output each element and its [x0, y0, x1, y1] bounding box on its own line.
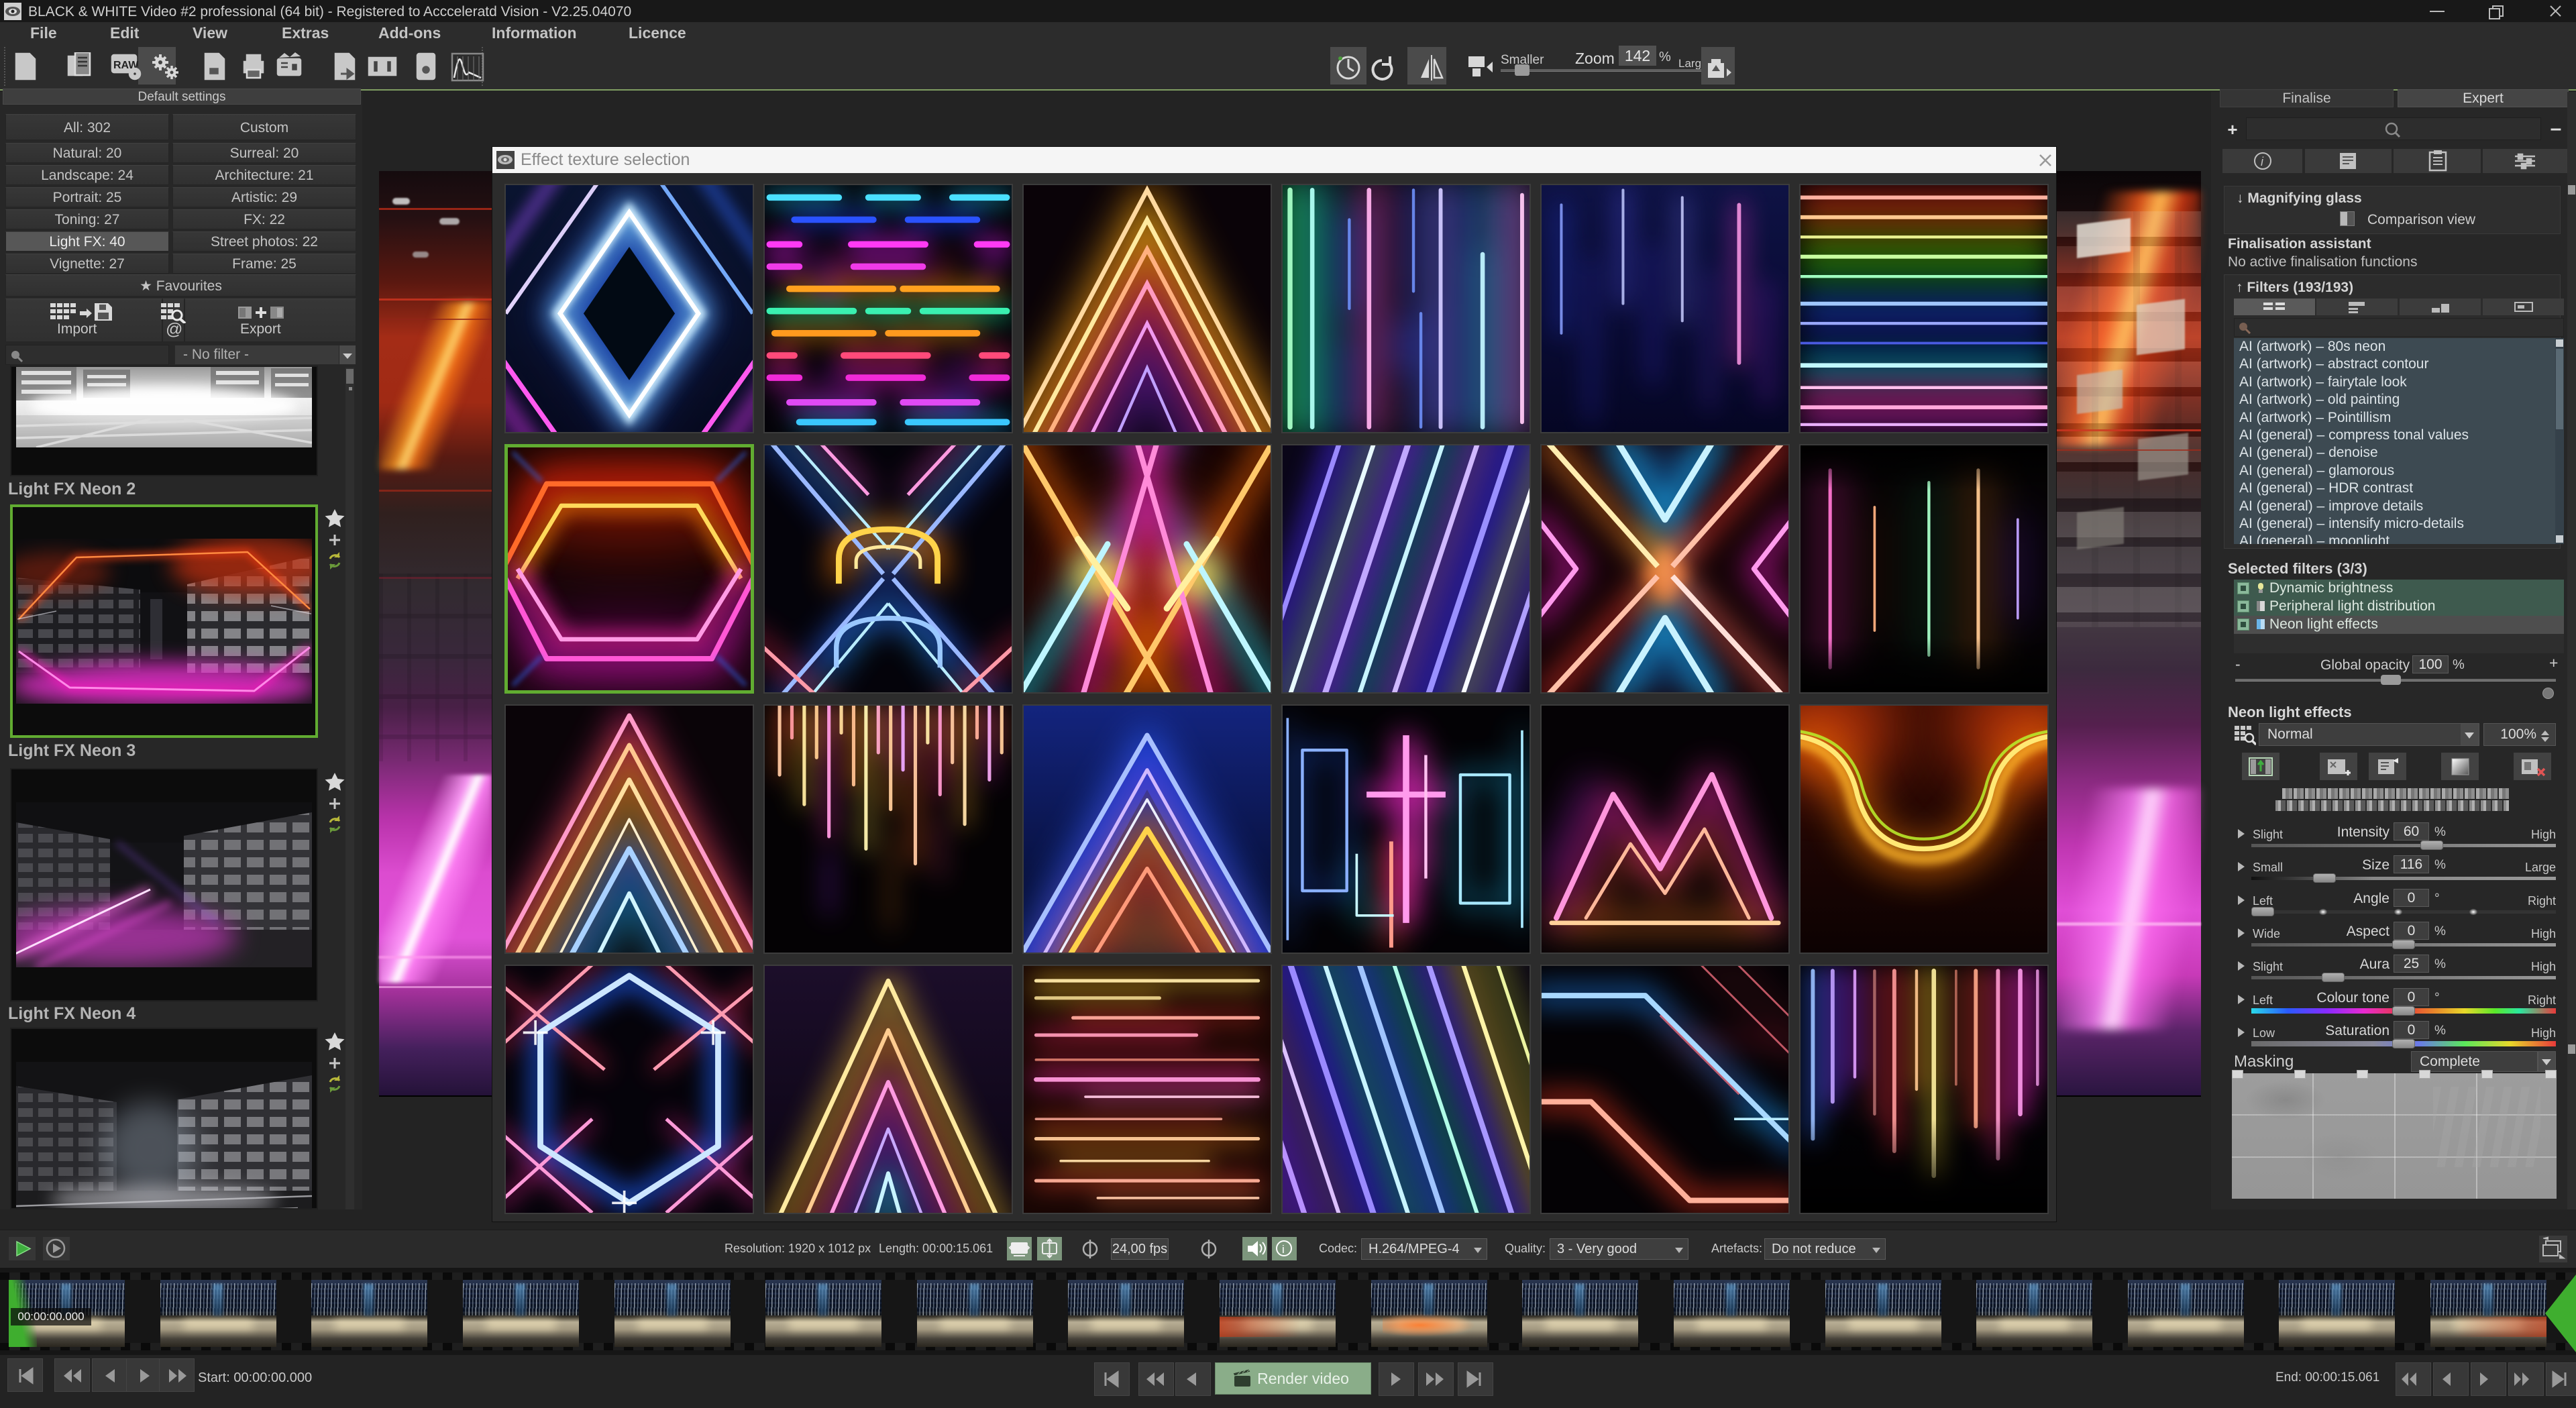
- svg-text:i: i: [2261, 155, 2264, 168]
- svg-text:i: i: [1282, 1243, 1285, 1256]
